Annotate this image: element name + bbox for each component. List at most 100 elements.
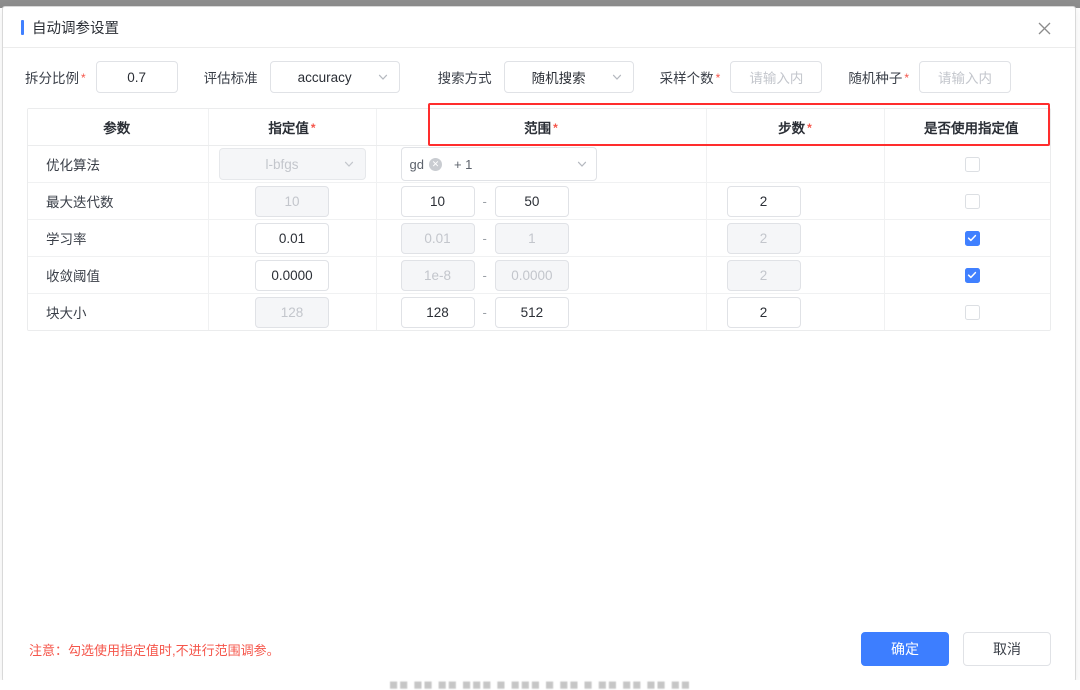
top-form-row: 拆分比例* 0.7 评估标准 accuracy 搜索方式	[3, 48, 1075, 106]
cell-param: 最大迭代数	[28, 183, 208, 220]
range-tag: gd ✕	[410, 157, 442, 172]
table-row: 学习率 0.01 0.01 - 1	[28, 220, 1051, 257]
random-seed-label: 随机种子*	[848, 67, 909, 87]
cell-specified-value: 128	[208, 294, 376, 331]
cell-use-specified	[884, 294, 1051, 331]
use-specified-checkbox[interactable]	[965, 231, 980, 246]
background-bottom-text: ◼◼ ◼◼ ◼◼ ◼◼◼ ◼ ◼◼◼ ◼ ◼◼ ◼ ◼◼ ◼◼ ◼◼ ◼◼	[0, 680, 1080, 690]
header-specified-value: 指定值*	[208, 109, 376, 146]
footer-note: 注意：勾选使用指定值时,不进行范围调参。	[29, 640, 280, 659]
cell-specified-value: 0.0000	[208, 257, 376, 294]
cell-range: 128 - 512	[376, 294, 706, 331]
metric-label: 评估标准	[204, 67, 260, 87]
range-tag-more: + 1	[454, 157, 472, 172]
tolerance-range-from-input: 1e-8	[401, 260, 475, 291]
cell-param: 块大小	[28, 294, 208, 331]
dialog-title-wrap: 自动调参设置	[21, 17, 119, 38]
search-method-label: 搜索方式	[438, 67, 494, 87]
param-label: 收敛阈值	[38, 265, 198, 285]
required-mark: *	[81, 71, 86, 85]
header-use-specified: 是否使用指定值	[884, 109, 1051, 146]
cell-step: 2	[706, 257, 884, 294]
footer-buttons: 确定 取消	[861, 632, 1051, 666]
cell-range: 1e-8 - 0.0000	[376, 257, 706, 294]
cell-specified-value: 10	[208, 183, 376, 220]
cell-step	[706, 146, 884, 183]
cell-specified-value: l-bfgs	[208, 146, 376, 183]
cell-step: 2	[706, 294, 884, 331]
table-header-row: 参数 指定值* 范围* 步数* 是否使用指定值	[28, 109, 1051, 146]
block-size-range-from-input[interactable]: 128	[401, 297, 475, 328]
title-accent-bar	[21, 20, 24, 35]
block-size-specified-input: 128	[255, 297, 329, 328]
table-row: 优化算法 l-bfgs	[28, 146, 1051, 183]
random-seed-input[interactable]: 请输入内	[919, 61, 1011, 93]
cell-range: 0.01 - 1	[376, 220, 706, 257]
cell-use-specified	[884, 146, 1051, 183]
max-iter-range-to-input[interactable]: 50	[495, 186, 569, 217]
use-specified-checkbox[interactable]	[965, 157, 980, 172]
param-label: 优化算法	[38, 154, 198, 174]
block-size-range-to-input[interactable]: 512	[495, 297, 569, 328]
chevron-down-icon	[576, 158, 588, 170]
use-specified-checkbox[interactable]	[965, 305, 980, 320]
range-separator: -	[483, 268, 487, 283]
optimizer-specified-select: l-bfgs	[219, 148, 366, 180]
parameters-table: 参数 指定值* 范围* 步数* 是否使用指定值 优化算法	[28, 109, 1051, 330]
optimizer-specified-value: l-bfgs	[230, 157, 335, 172]
field-split-ratio: 拆分比例* 0.7	[25, 61, 178, 93]
tolerance-step-input: 2	[727, 260, 801, 291]
confirm-button[interactable]: 确定	[861, 632, 949, 666]
range-tag-label: gd	[410, 157, 424, 172]
optimizer-range-tag-select[interactable]: gd ✕ + 1	[401, 147, 597, 181]
table-row: 收敛阈值 0.0000 1e-8 - 0.0000	[28, 257, 1051, 294]
table-row: 块大小 128 128 - 512	[28, 294, 1051, 331]
use-specified-checkbox[interactable]	[965, 194, 980, 209]
field-search-method: 搜索方式 随机搜索	[438, 61, 634, 93]
max-iter-step-input[interactable]: 2	[727, 186, 801, 217]
split-ratio-label: 拆分比例*	[25, 67, 86, 87]
cell-use-specified	[884, 220, 1051, 257]
chevron-down-icon	[377, 71, 389, 83]
use-specified-checkbox[interactable]	[965, 268, 980, 283]
field-random-seed: 随机种子* 请输入内	[848, 61, 1011, 93]
search-method-select[interactable]: 随机搜索	[504, 61, 634, 93]
required-mark: *	[904, 71, 909, 85]
dialog-footer: 注意：勾选使用指定值时,不进行范围调参。 确定 取消	[3, 617, 1075, 681]
required-mark: *	[716, 71, 721, 85]
search-method-select-value: 随机搜索	[515, 67, 603, 87]
screen: 自动调参设置 拆分比例* 0.7 评估标准 accura	[0, 0, 1080, 690]
header-range: 范围*	[376, 109, 706, 146]
range-separator: -	[483, 194, 487, 209]
chevron-down-icon	[343, 158, 355, 170]
sample-count-label: 采样个数*	[660, 67, 721, 87]
remove-tag-icon[interactable]: ✕	[429, 158, 442, 171]
max-iter-specified-input: 10	[255, 186, 329, 217]
cell-param: 优化算法	[28, 146, 208, 183]
learning-rate-range-to-input: 1	[495, 223, 569, 254]
param-label: 块大小	[38, 302, 198, 322]
split-ratio-input[interactable]: 0.7	[96, 61, 178, 93]
block-size-step-input[interactable]: 2	[727, 297, 801, 328]
max-iter-range-from-input[interactable]: 10	[401, 186, 475, 217]
tolerance-specified-input[interactable]: 0.0000	[255, 260, 329, 291]
cancel-button[interactable]: 取消	[963, 632, 1051, 666]
param-label: 最大迭代数	[38, 191, 198, 211]
cell-step: 2	[706, 220, 884, 257]
learning-rate-step-input: 2	[727, 223, 801, 254]
close-icon[interactable]	[1033, 17, 1055, 39]
metric-select-value: accuracy	[281, 70, 369, 85]
dialog-title: 自动调参设置	[32, 17, 119, 38]
background-bottom-text-label: ◼◼ ◼◼ ◼◼ ◼◼◼ ◼ ◼◼◼ ◼ ◼◼ ◼ ◼◼ ◼◼ ◼◼ ◼◼	[0, 680, 1080, 690]
auto-tuning-dialog: 自动调参设置 拆分比例* 0.7 评估标准 accura	[2, 6, 1076, 682]
cell-specified-value: 0.01	[208, 220, 376, 257]
metric-select[interactable]: accuracy	[270, 61, 400, 93]
field-sample-count: 采样个数* 请输入内	[660, 61, 823, 93]
header-step: 步数*	[706, 109, 884, 146]
chevron-down-icon	[611, 71, 623, 83]
range-separator: -	[483, 231, 487, 246]
range-separator: -	[483, 305, 487, 320]
sample-count-input[interactable]: 请输入内	[730, 61, 822, 93]
learning-rate-specified-input[interactable]: 0.01	[255, 223, 329, 254]
dialog-header: 自动调参设置	[3, 7, 1075, 48]
